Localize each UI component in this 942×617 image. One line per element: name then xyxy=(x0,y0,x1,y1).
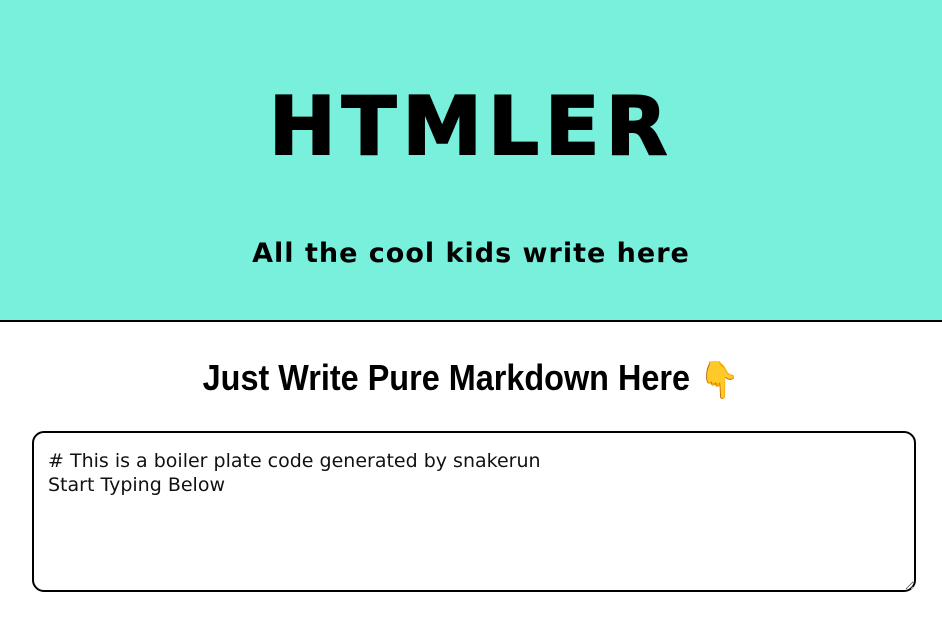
app-title: HTMLER xyxy=(268,80,674,173)
section-heading: Just Write Pure Markdown Here 👇 xyxy=(47,354,895,404)
tagline: All the cool kids write here xyxy=(252,238,690,269)
markdown-editor[interactable]: # This is a boiler plate code generated … xyxy=(32,431,916,592)
header-banner: HTMLER All the cool kids write here xyxy=(0,0,942,322)
section-heading-text: Just Write Pure Markdown Here xyxy=(202,357,690,398)
pointing-down-icon: 👇 xyxy=(698,359,740,401)
